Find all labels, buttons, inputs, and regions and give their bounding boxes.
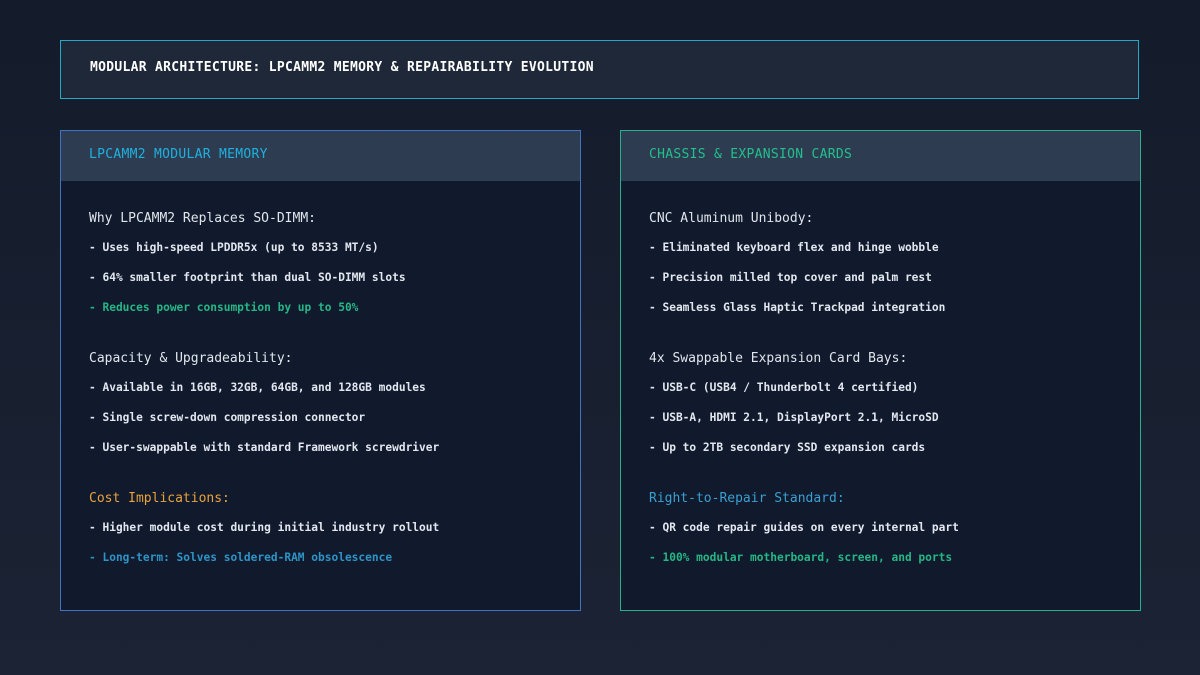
panel-title: CHASSIS & EXPANSION CARDS <box>649 147 853 162</box>
list-item: - 64% smaller footprint than dual SO-DIM… <box>89 271 406 284</box>
section-heading: Cost Implications: <box>89 491 230 506</box>
list-item: - Single screw-down compression connecto… <box>89 411 366 424</box>
list-item: - Precision milled top cover and palm re… <box>649 271 932 284</box>
panel-title: LPCAMM2 MODULAR MEMORY <box>89 147 268 162</box>
list-item: - 100% modular motherboard, screen, and … <box>649 551 953 564</box>
list-item: - USB-A, HDMI 2.1, DisplayPort 2.1, Micr… <box>649 411 939 424</box>
list-item: - User-swappable with standard Framework… <box>89 441 440 454</box>
list-item: - Reduces power consumption by up to 50% <box>89 301 359 314</box>
page-title: MODULAR ARCHITECTURE: LPCAMM2 MEMORY & R… <box>90 60 594 75</box>
list-item: - Long-term: Solves soldered-RAM obsoles… <box>89 551 393 564</box>
lpcamm2-panel: LPCAMM2 MODULAR MEMORY Why LPCAMM2 Repla… <box>60 130 581 611</box>
list-item: - Seamless Glass Haptic Trackpad integra… <box>649 301 946 314</box>
list-item: - Available in 16GB, 32GB, 64GB, and 128… <box>89 381 426 394</box>
list-item: - Higher module cost during initial indu… <box>89 521 440 534</box>
chassis-panel: CHASSIS & EXPANSION CARDS CNC Aluminum U… <box>620 130 1141 611</box>
section-heading: Right-to-Repair Standard: <box>649 491 845 506</box>
list-item: - QR code repair guides on every interna… <box>649 521 959 534</box>
panel-header: LPCAMM2 MODULAR MEMORY <box>61 131 580 181</box>
panel-header: CHASSIS & EXPANSION CARDS <box>621 131 1140 181</box>
list-item: - Eliminated keyboard flex and hinge wob… <box>649 241 939 254</box>
section-heading: Capacity & Upgradeability: <box>89 351 293 366</box>
list-item: - USB-C (USB4 / Thunderbolt 4 certified) <box>649 381 919 394</box>
section-heading: Why LPCAMM2 Replaces SO-DIMM: <box>89 211 316 226</box>
list-item: - Up to 2TB secondary SSD expansion card… <box>649 441 926 454</box>
section-heading: 4x Swappable Expansion Card Bays: <box>649 351 908 366</box>
section-heading: CNC Aluminum Unibody: <box>649 211 814 226</box>
header-banner: MODULAR ARCHITECTURE: LPCAMM2 MEMORY & R… <box>60 40 1139 99</box>
list-item: - Uses high-speed LPDDR5x (up to 8533 MT… <box>89 241 379 254</box>
